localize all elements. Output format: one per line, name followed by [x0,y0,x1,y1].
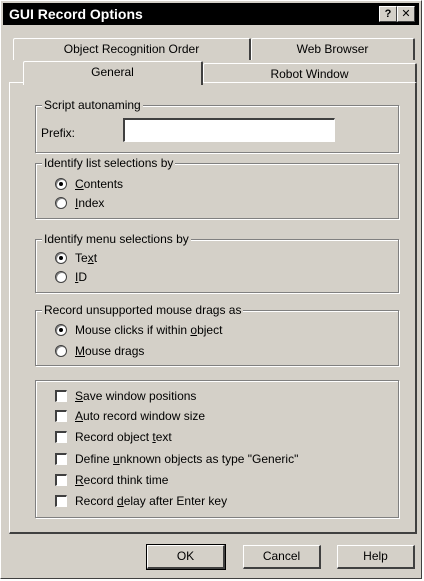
checkbox[interactable] [55,453,67,465]
checkbox-label: Define unknown objects as type "Generic" [75,452,299,466]
radio-button[interactable] [55,324,67,336]
help-icon[interactable]: ? [379,6,397,22]
radio-button[interactable] [55,271,67,283]
radio-label: ID [75,270,88,284]
mouse-drags-legend: Record unsupported mouse drags as [42,303,244,317]
tab-robot-window[interactable]: Robot Window [203,63,417,83]
tab-object-recognition-order[interactable]: Object Recognition Order [13,38,251,60]
radio-id[interactable]: ID [55,269,87,285]
checkbox-record-delay-after-enter[interactable]: Record delay after Enter key [55,493,227,509]
checkbox-label: Save window positions [75,389,197,403]
radio-mouse-clicks[interactable]: Mouse clicks if within object [55,322,222,338]
checkbox-auto-record-window-size[interactable]: Auto record window size [55,408,205,424]
checkbox-label: Auto record window size [75,409,206,423]
menu-selections-legend: Identify menu selections by [42,232,191,246]
menu-selections-group: Identify menu selections by [35,232,399,293]
prefix-label: Prefix: [41,126,76,140]
checkbox-record-think-time[interactable]: Record think time [55,472,168,488]
radio-button[interactable] [55,178,67,190]
tab-general[interactable]: General [23,61,203,85]
radio-button[interactable] [55,197,67,209]
prefix-input[interactable] [123,118,335,142]
radio-label: Index [75,196,105,210]
checkbox-record-object-text[interactable]: Record object text [55,429,172,445]
checkbox-label: Record think time [75,473,169,487]
radio-label: Mouse drags [75,344,145,358]
radio-text[interactable]: Text [55,250,97,266]
radio-button[interactable] [55,252,67,264]
script-autonaming-legend: Script autonaming [42,98,143,112]
radio-label: Contents [75,177,124,191]
checkbox-label: Record object text [75,430,172,444]
gui-record-options-dialog: GUI Record Options ? ✕ Object Recognitio… [0,0,422,579]
checkbox[interactable] [55,390,67,402]
radio-mouse-drags[interactable]: Mouse drags [55,343,144,359]
radio-label: Text [75,251,98,265]
list-selections-legend: Identify list selections by [42,156,176,170]
radio-contents[interactable]: Contents [55,176,123,192]
title-bar[interactable]: GUI Record Options ? ✕ [3,3,419,25]
checkbox[interactable] [55,431,67,443]
cancel-button[interactable]: Cancel [243,545,321,569]
checkbox[interactable] [55,474,67,486]
checkbox[interactable] [55,495,67,507]
tab-web-browser[interactable]: Web Browser [251,38,415,60]
radio-label: Mouse clicks if within object [75,323,223,337]
checkbox[interactable] [55,410,67,422]
close-icon[interactable]: ✕ [397,6,415,22]
radio-button[interactable] [55,345,67,357]
checkbox-define-unknown-objects[interactable]: Define unknown objects as type "Generic" [55,451,298,467]
window-title: GUI Record Options [9,6,143,22]
checkbox-save-window-positions[interactable]: Save window positions [55,388,196,404]
help-button[interactable]: Help [337,545,415,569]
checkbox-label: Record delay after Enter key [75,494,228,508]
radio-index[interactable]: Index [55,195,104,211]
ok-button[interactable]: OK [146,544,226,570]
